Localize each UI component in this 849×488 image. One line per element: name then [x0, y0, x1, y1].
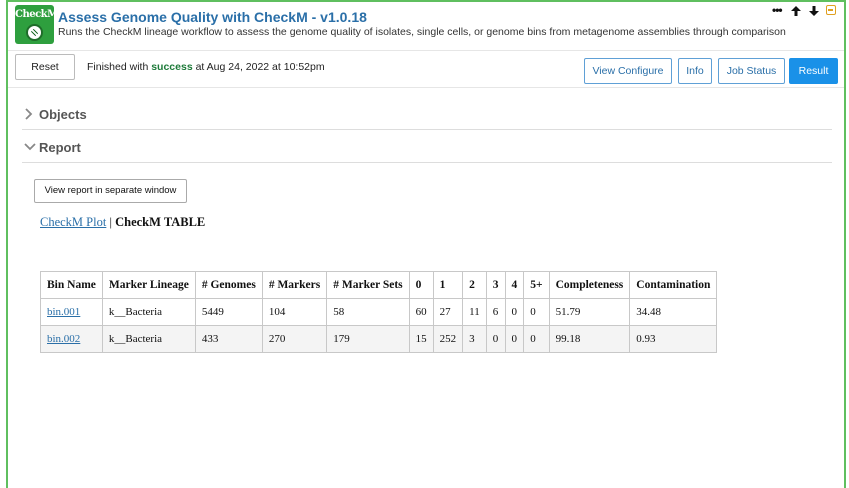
table-cell: 99.18: [548, 325, 631, 353]
column-header: Completeness: [548, 271, 631, 299]
checkm-plot-link[interactable]: CheckM Plot: [40, 215, 106, 229]
tab-info[interactable]: Info: [678, 58, 712, 84]
objects-section-header[interactable]: Objects: [22, 101, 832, 130]
link-separator: |: [106, 215, 116, 229]
table-cell: 15: [408, 325, 434, 353]
collapse-cell-icon[interactable]: [826, 5, 836, 15]
column-header: 2: [462, 271, 487, 299]
table-cell: 34.48: [629, 298, 718, 326]
column-header: # Marker Sets: [326, 271, 410, 299]
table-cell: 58: [326, 298, 410, 326]
table-row: bin.002 k__Bacteria 433 270 179 15 252 3…: [40, 325, 718, 353]
tab-job-status[interactable]: Job Status: [718, 58, 785, 84]
job-status-summary: Finished with success at Aug 24, 2022 at…: [87, 61, 325, 73]
checkm-app-icon: CheckM: [15, 5, 54, 44]
objects-section-label: Objects: [39, 107, 87, 122]
column-header: 0: [408, 271, 434, 299]
column-header: 5+: [523, 271, 550, 299]
column-header: 3: [485, 271, 506, 299]
table-row: bin.001 k__Bacteria 5449 104 58 60 27 11…: [40, 298, 718, 326]
app-icon-text: CheckM: [15, 9, 54, 20]
checkm-table-link[interactable]: CheckM TABLE: [115, 215, 205, 229]
cell-toolbar: Reset Finished with success at Aug 24, 2…: [8, 50, 844, 88]
table-cell: 5449: [194, 298, 263, 326]
table-cell: 60: [408, 298, 434, 326]
table-cell: 27: [432, 298, 464, 326]
view-report-separate-window-button[interactable]: View report in separate window: [34, 179, 187, 203]
table-cell: 0: [523, 298, 550, 326]
table-cell: 252: [432, 325, 464, 353]
table-cell: 51.79: [548, 298, 631, 326]
status-value: success: [151, 61, 193, 73]
column-header: 1: [432, 271, 464, 299]
column-header: # Genomes: [194, 271, 263, 299]
table-cell: k__Bacteria: [101, 325, 196, 353]
bin-link[interactable]: bin.001: [47, 306, 80, 318]
report-links: CheckM Plot | CheckM TABLE: [40, 215, 205, 230]
checkm-logo-icon: [26, 24, 43, 41]
table-cell: 104: [261, 298, 328, 326]
tab-result[interactable]: Result: [789, 58, 838, 84]
app-title[interactable]: Assess Genome Quality with CheckM - v1.0…: [58, 9, 367, 25]
chevron-right-icon: [24, 108, 34, 120]
more-options-icon[interactable]: •••: [772, 3, 783, 17]
table-cell: 0: [504, 298, 525, 326]
bin-name-cell: bin.002: [40, 325, 103, 353]
column-header: Marker Lineage: [101, 271, 196, 299]
chevron-down-icon: [24, 141, 36, 153]
bin-link[interactable]: bin.002: [47, 333, 80, 345]
checkm-results-table: Bin Name Marker Lineage # Genomes # Mark…: [40, 271, 718, 353]
reset-button[interactable]: Reset: [15, 54, 75, 80]
move-down-icon[interactable]: [808, 5, 820, 20]
table-cell: 0: [504, 325, 525, 353]
column-header: Bin Name: [40, 271, 103, 299]
report-section-header[interactable]: Report: [22, 134, 832, 163]
narrative-app-cell: CheckM Assess Genome Quality with CheckM…: [6, 0, 846, 488]
move-up-icon[interactable]: [790, 5, 802, 20]
bin-name-cell: bin.001: [40, 298, 103, 326]
table-cell: 11: [462, 298, 487, 326]
table-cell: 179: [326, 325, 410, 353]
table-header-row: Bin Name Marker Lineage # Genomes # Mark…: [40, 271, 718, 299]
status-suffix: at Aug 24, 2022 at 10:52pm: [192, 61, 325, 73]
status-prefix: Finished with: [87, 61, 152, 73]
table-cell: 0.93: [629, 325, 718, 353]
tab-view-configure[interactable]: View Configure: [584, 58, 672, 84]
table-cell: 270: [261, 325, 328, 353]
report-section-label: Report: [39, 140, 81, 155]
column-header: 4: [504, 271, 525, 299]
column-header: # Markers: [261, 271, 328, 299]
app-subtitle: Runs the CheckM lineage workflow to asse…: [58, 26, 786, 38]
table-cell: 433: [194, 325, 263, 353]
column-header: Contamination: [629, 271, 718, 299]
table-cell: k__Bacteria: [101, 298, 196, 326]
table-cell: 0: [523, 325, 550, 353]
table-cell: 3: [462, 325, 487, 353]
table-cell: 0: [485, 325, 506, 353]
table-cell: 6: [485, 298, 506, 326]
